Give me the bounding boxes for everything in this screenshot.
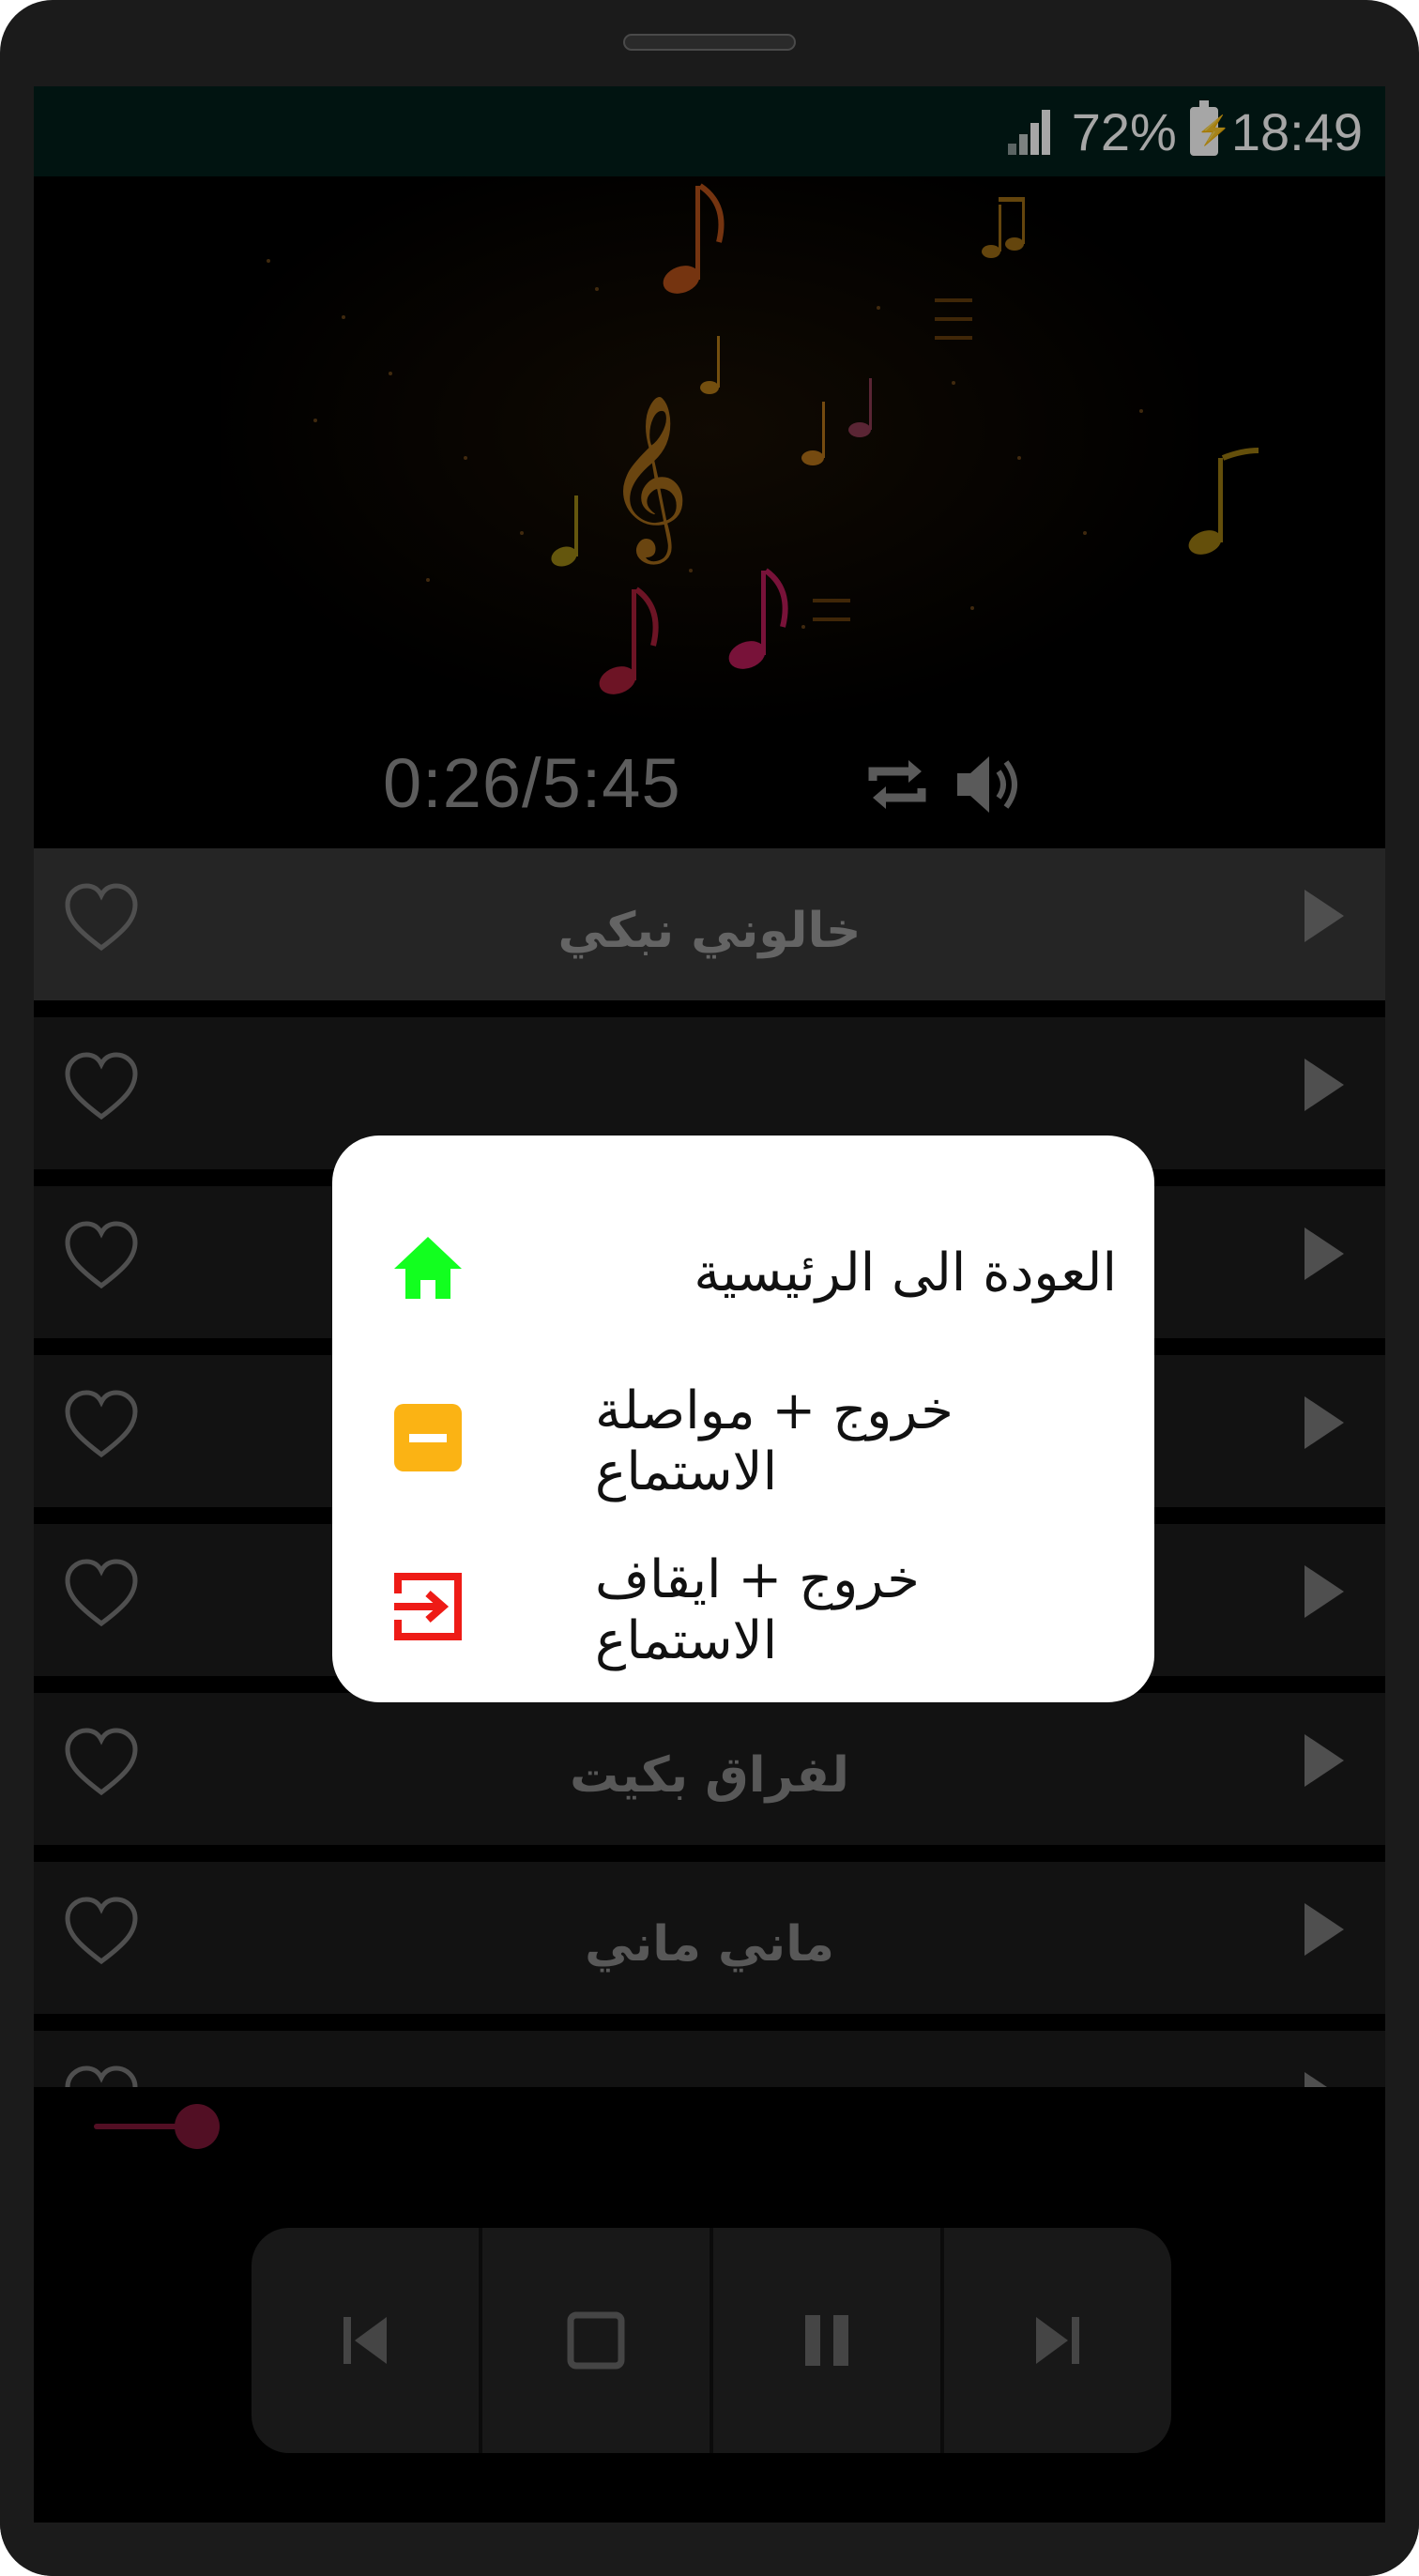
phone-frame: 72% ⚡ 18:49 𝄞 0:26/5:45 خالوني نبكي لفرا… <box>0 0 1419 2576</box>
menu-item-exit-continue[interactable]: خروج + مواصلة الاستماع <box>332 1357 1154 1526</box>
minimize-icon <box>394 1404 462 1471</box>
menu-item-exit-stop[interactable]: خروج + ايقاف الاستماع <box>332 1526 1154 1695</box>
menu-item-home-label: العودة الى الرئيسية <box>694 1242 1117 1303</box>
menu-item-home[interactable]: العودة الى الرئيسية <box>332 1188 1154 1357</box>
exit-icon <box>394 1573 462 1640</box>
phone-bottom-bezel <box>0 2523 1419 2576</box>
menu-item-exit-continue-label: خروج + مواصلة الاستماع <box>595 1380 954 1502</box>
menu-item-exit-stop-label: خروج + ايقاف الاستماع <box>595 1549 920 1671</box>
phone-speaker <box>623 34 796 51</box>
home-icon <box>394 1237 462 1299</box>
exit-dialog: العودة الى الرئيسية خروج + مواصلة الاستم… <box>332 1136 1154 1702</box>
app-screen: 72% ⚡ 18:49 𝄞 0:26/5:45 خالوني نبكي لفرا… <box>34 86 1385 2523</box>
